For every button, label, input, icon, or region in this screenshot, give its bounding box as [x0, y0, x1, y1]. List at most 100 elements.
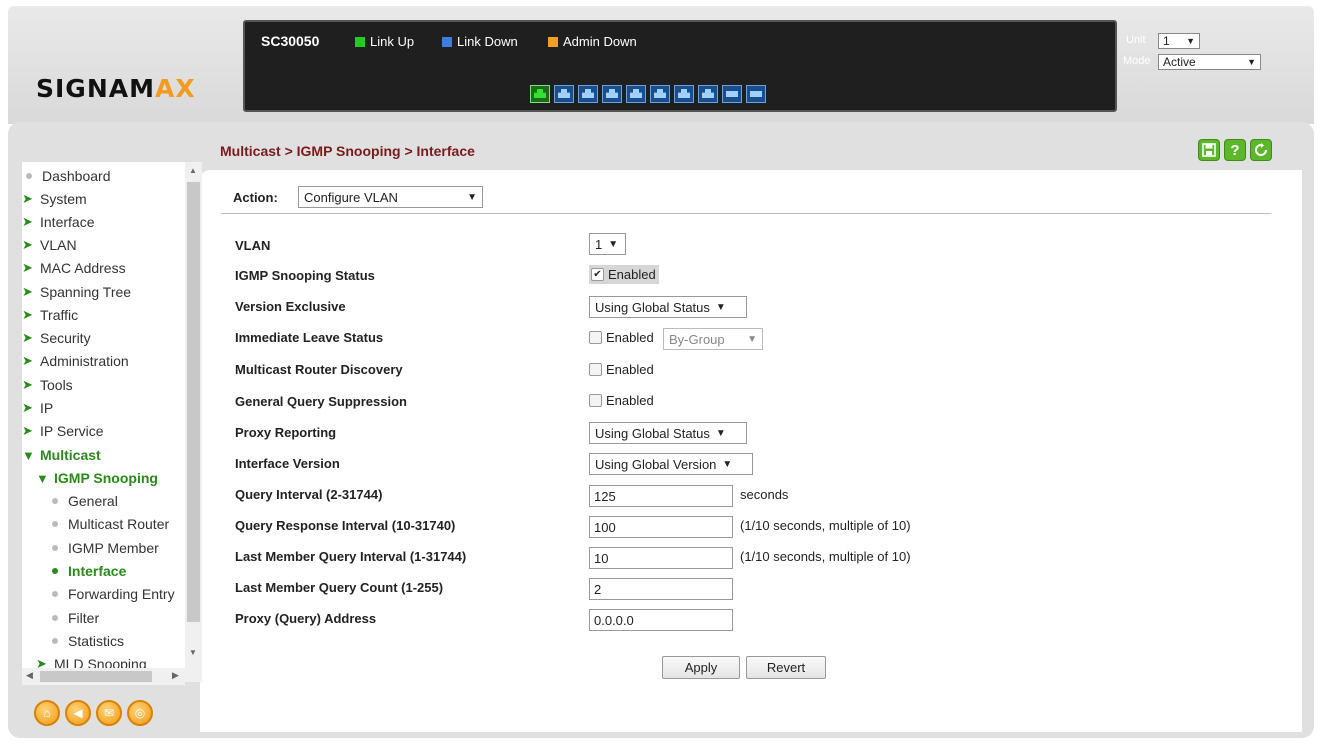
port-4[interactable]	[602, 85, 622, 103]
chevron-down-icon: ▼	[1186, 35, 1195, 46]
sfp-port-10[interactable]	[746, 85, 766, 103]
checkbox[interactable]	[589, 363, 602, 376]
help-icon[interactable]: ?	[1224, 139, 1246, 161]
globe-icon[interactable]: ◎	[127, 700, 153, 726]
scrollbar-thumb[interactable]	[187, 182, 200, 622]
action-select[interactable]: Configure VLAN ▼	[298, 186, 483, 208]
query-response-unit: (1/10 seconds, multiple of 10)	[740, 518, 911, 533]
sidebar-item-security[interactable]: ➤ Security	[22, 328, 91, 348]
sidebar-item-igmp-snooping[interactable]: ▼ IGMP Snooping	[36, 468, 158, 488]
sfp-port-9[interactable]	[722, 85, 742, 103]
sidebar-horizontal-scrollbar[interactable]: ◀ ▶	[22, 668, 185, 685]
proxy-reporting-select[interactable]: Using Global Status ▼	[589, 422, 747, 444]
port-3[interactable]	[578, 85, 598, 103]
version-exclusive-select[interactable]: Using Global Status ▼	[589, 296, 747, 318]
scroll-up-icon[interactable]: ▲	[189, 166, 197, 175]
gq-suppression-label: General Query Suppression	[235, 394, 407, 409]
mode-select[interactable]: Active ▼	[1158, 54, 1261, 70]
port-5[interactable]	[626, 85, 646, 103]
scroll-left-icon[interactable]: ◀	[26, 670, 33, 681]
sidebar-item-multicast[interactable]: ▼ Multicast	[22, 445, 101, 465]
query-response-label: Query Response Interval (10-31740)	[235, 518, 456, 533]
sidebar-item-administration[interactable]: ➤ Administration	[22, 351, 129, 371]
bullet-icon	[52, 545, 58, 551]
sidebar-vertical-scrollbar[interactable]: ▲ ▼	[185, 162, 202, 682]
checkbox[interactable]	[589, 331, 602, 344]
sidebar-item-igmp-member[interactable]: IGMP Member	[48, 538, 159, 558]
sidebar-item-filter[interactable]: Filter	[48, 608, 99, 628]
query-interval-label: Query Interval (2-31744)	[235, 487, 383, 502]
sidebar-item-spanning-tree[interactable]: ➤ Spanning Tree	[22, 282, 131, 302]
bullet-icon	[52, 591, 58, 597]
sidebar-item-system[interactable]: ➤ System	[22, 189, 87, 209]
sidebar-item-traffic[interactable]: ➤ Traffic	[22, 305, 78, 325]
bullet-icon	[52, 638, 58, 644]
immediate-leave-mode-select[interactable]: By-Group ▼	[663, 328, 763, 350]
gq-suppression-enable[interactable]: Enabled	[589, 393, 654, 408]
revert-button[interactable]: Revert	[746, 656, 826, 679]
query-interval-input[interactable]: 125	[589, 485, 733, 507]
sidebar-item-tools[interactable]: ➤ Tools	[22, 375, 73, 395]
igmp-snooping-status-label: IGMP Snooping Status	[235, 268, 375, 283]
bullet-icon	[52, 615, 58, 621]
apply-button[interactable]: Apply	[662, 656, 740, 679]
port-8[interactable]	[698, 85, 718, 103]
sidebar-item-interface-active[interactable]: Interface	[48, 561, 126, 581]
chevron-right-icon: ➤	[22, 191, 33, 206]
port-6[interactable]	[650, 85, 670, 103]
save-icon[interactable]	[1198, 139, 1220, 161]
port-1[interactable]	[530, 85, 550, 103]
content-panel	[200, 170, 1302, 732]
sidebar-item-ip-service[interactable]: ➤ IP Service	[22, 421, 104, 441]
chevron-right-icon: ➤	[22, 307, 33, 322]
chevron-right-icon: ➤	[22, 353, 33, 368]
sidebar-item-mac-address[interactable]: ➤ MAC Address	[22, 258, 126, 278]
chevron-right-icon: ➤	[22, 214, 33, 229]
mrouter-discovery-enable[interactable]: Enabled	[589, 362, 654, 377]
refresh-icon[interactable]	[1250, 139, 1272, 161]
sidebar-item-forwarding-entry[interactable]: Forwarding Entry	[48, 584, 175, 604]
query-response-input[interactable]: 100	[589, 516, 733, 538]
checkbox-checked[interactable]: ✔	[591, 268, 604, 281]
scrollbar-thumb[interactable]	[40, 671, 152, 682]
port-7[interactable]	[674, 85, 694, 103]
sidebar-item-vlan[interactable]: ➤ VLAN	[22, 235, 77, 255]
sidebar-item-ip[interactable]: ➤ IP	[22, 398, 53, 418]
sidebar-item-multicast-router[interactable]: Multicast Router	[48, 514, 169, 534]
last-member-interval-input[interactable]: 10	[589, 547, 733, 569]
scroll-down-icon[interactable]: ▼	[189, 648, 197, 657]
unit-label: Unit	[1126, 34, 1146, 46]
immediate-leave-label: Immediate Leave Status	[235, 330, 384, 345]
mode-label: Mode	[1123, 55, 1151, 67]
divider	[221, 213, 1271, 214]
chevron-down-icon: ▼	[747, 333, 757, 345]
network-icon[interactable]: ⌂	[34, 700, 60, 726]
mail-icon[interactable]: ✉	[96, 700, 122, 726]
chevron-right-icon: ➤	[22, 377, 33, 392]
sidebar-item-interface[interactable]: ➤ Interface	[22, 212, 94, 232]
legend-link-up: Link Up	[355, 34, 414, 49]
interface-version-label: Interface Version	[235, 456, 340, 471]
last-member-count-input[interactable]: 2	[589, 578, 733, 600]
checkbox[interactable]	[589, 394, 602, 407]
sidebar: Dashboard ➤ System ➤ Interface ➤ VLAN ➤ MAC …	[22, 162, 202, 682]
back-icon[interactable]: ◀	[65, 700, 91, 726]
unit-select[interactable]: 1 ▼	[1158, 33, 1200, 49]
port-2[interactable]	[554, 85, 574, 103]
chevron-right-icon: ➤	[22, 330, 33, 345]
sidebar-item-general[interactable]: General	[48, 491, 118, 511]
legend-link-down: Link Down	[442, 34, 518, 49]
igmp-snooping-enable[interactable]: ✔ Enabled	[589, 265, 659, 284]
sidebar-item-statistics[interactable]: Statistics	[48, 631, 124, 651]
version-exclusive-label: Version Exclusive	[235, 299, 346, 314]
vlan-select[interactable]: 1 ▼	[589, 233, 626, 255]
scroll-right-icon[interactable]: ▶	[172, 670, 179, 681]
proxy-address-input[interactable]: 0.0.0.0	[589, 609, 733, 631]
last-member-count-label: Last Member Query Count (1-255)	[235, 580, 444, 595]
immediate-leave-enable[interactable]: Enabled	[589, 330, 654, 345]
interface-version-select[interactable]: Using Global Version ▼	[589, 453, 753, 475]
chevron-down-icon: ▼	[608, 238, 619, 250]
bullet-icon	[52, 498, 58, 504]
sidebar-item-dashboard[interactable]: Dashboard	[22, 166, 111, 186]
bottom-shortcuts: ⌂ ◀ ✉ ◎	[34, 700, 153, 726]
